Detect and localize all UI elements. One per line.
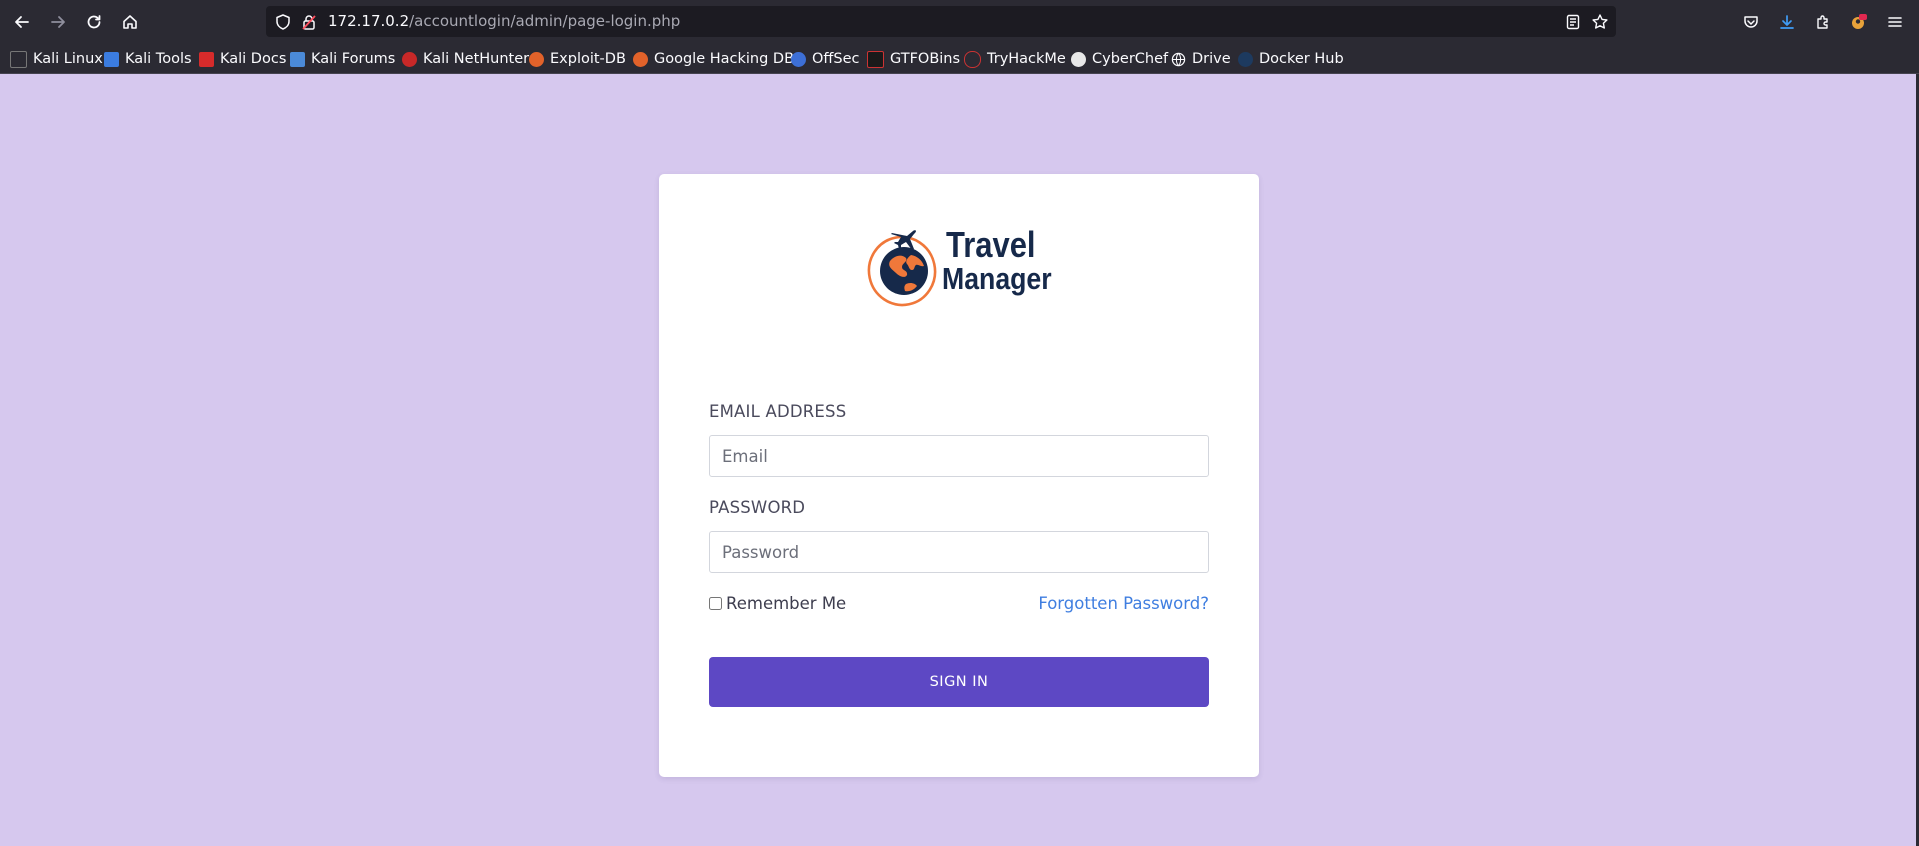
avatar-icon [1852,14,1867,29]
chrome-divider [0,73,1919,74]
account-button[interactable] [1846,9,1872,35]
travel-manager-logo: Travel Manager [866,221,1066,311]
shield-icon[interactable] [274,13,292,31]
extensions-button[interactable] [1810,9,1836,35]
bookmark-label: Exploit-DB [550,51,626,67]
bookmark-label: Kali Forums [311,51,396,67]
bookmark-label: Kali Docs [220,51,287,67]
bookmark-label: OffSec [812,51,860,67]
reload-button[interactable] [81,9,107,35]
bookmark-label: Kali NetHunter [423,51,530,67]
bookmark-exploit-db[interactable]: Exploit-DB [529,48,626,70]
bookmark-kali-linux[interactable]: Kali Linux [10,48,103,70]
exploit-db-icon [529,51,544,67]
home-button[interactable] [117,9,143,35]
puzzle-icon [1817,15,1828,29]
bookmark-label: Kali Tools [125,51,192,67]
bookmarks-toolbar: Kali Linux Kali Tools Kali Docs Kali For… [0,45,1919,72]
pocket-button[interactable] [1738,9,1764,35]
pocket-icon [1744,16,1758,28]
kali-nethunter-icon [402,51,417,67]
remember-me[interactable]: Remember Me [709,594,846,613]
download-icon [1780,15,1794,29]
bookmark-tryhackme[interactable]: TryHackMe [964,48,1066,70]
email-field[interactable] [709,435,1209,477]
kali-tools-icon [104,51,119,67]
back-button[interactable] [9,9,35,35]
email-label: EMAIL ADDRESS [709,402,847,421]
gtfobins-icon [867,50,884,68]
logo-title-line1: Travel [946,224,1036,265]
bookmark-label: GTFOBins [890,51,961,67]
kali-forums-icon [290,51,305,67]
globe-icon [1171,52,1186,66]
logo-title-line2: Manager [942,261,1052,296]
remember-me-checkbox[interactable] [709,597,722,610]
google-hacking-db-icon [633,51,648,67]
bookmark-label: TryHackMe [987,51,1066,67]
arrow-left-icon [15,16,29,28]
browser-chrome: 172.17.0.2/accountlogin/admin/page-login… [0,0,1919,73]
bookmark-label: Docker Hub [1259,51,1344,67]
address-bar[interactable]: 172.17.0.2/accountlogin/admin/page-login… [266,6,1616,37]
bookmark-docker-hub[interactable]: Docker Hub [1238,48,1344,70]
bookmark-offsec[interactable]: OffSec [791,48,860,70]
remember-me-label: Remember Me [726,594,847,613]
bookmark-label: Kali Linux [33,51,103,67]
bookmark-label: Google Hacking DB [654,51,795,67]
bookmark-kali-nethunter[interactable]: Kali NetHunter [402,48,529,70]
browser-toolbar: 172.17.0.2/accountlogin/admin/page-login… [0,0,1919,43]
url-path: /accountlogin/admin/page-login.php [409,12,681,30]
kali-dragon-icon [10,50,27,68]
bookmark-label: Drive [1192,51,1231,67]
insecure-lock-icon[interactable] [300,13,318,31]
bookmark-drive[interactable]: Drive [1171,48,1231,70]
reload-icon [87,15,101,29]
forgotten-password-link[interactable]: Forgotten Password? [1038,594,1209,613]
bookmark-gtfobins[interactable]: GTFOBins [867,48,960,70]
url-host: 172.17.0.2 [328,12,410,30]
bookmark-google-hacking-db[interactable]: Google Hacking DB [633,48,794,70]
password-field[interactable] [709,531,1209,573]
reader-view-icon[interactable] [1564,13,1582,31]
password-label: PASSWORD [709,498,806,517]
kali-docs-icon [199,51,214,67]
bookmark-cyberchef[interactable]: CyberChef [1071,48,1168,70]
cyberchef-icon [1071,51,1086,67]
login-card: Travel Manager EMAIL ADDRESS PASSWORD Re… [659,174,1259,777]
home-icon [123,15,137,29]
bookmark-kali-docs[interactable]: Kali Docs [199,48,286,70]
url-text[interactable]: 172.17.0.2/accountlogin/admin/page-login… [328,12,680,30]
tryhackme-icon [964,50,981,68]
arrow-right-icon [51,16,65,28]
bookmark-kali-tools[interactable]: Kali Tools [104,48,192,70]
menu-button[interactable] [1882,9,1908,35]
bookmark-kali-forums[interactable]: Kali Forums [290,48,395,70]
forward-button[interactable] [45,9,71,35]
globe-airplane-logo-icon [867,230,937,307]
docker-hub-icon [1238,51,1253,67]
hamburger-menu-icon [1888,17,1902,27]
bookmark-label: CyberChef [1092,51,1169,67]
sign-in-button[interactable]: SIGN IN [709,657,1209,707]
bookmark-star-icon[interactable] [1591,13,1609,31]
downloads-button[interactable] [1774,9,1800,35]
offsec-icon [791,51,806,67]
